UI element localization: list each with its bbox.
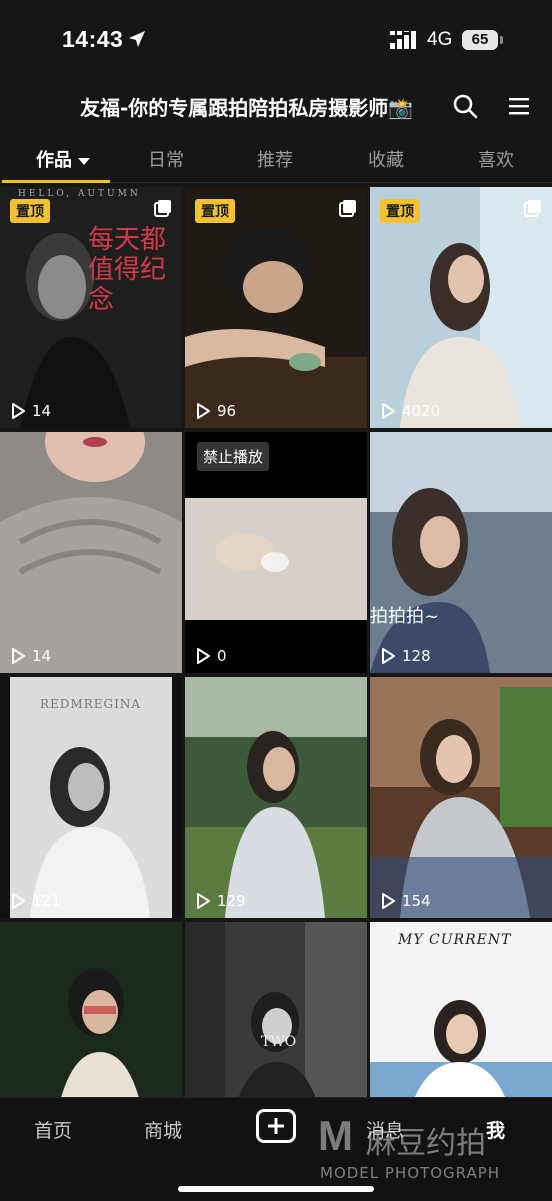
nav-mall[interactable]: 商城 (144, 1116, 182, 1143)
nav-home[interactable]: 首页 (34, 1116, 72, 1143)
play-icon (382, 648, 395, 664)
photo-knit-sweater (0, 432, 182, 673)
photo-bw-street (185, 922, 367, 1097)
post-thumbnail[interactable]: REDMREGINA 121 (0, 677, 182, 918)
multi-photo-icon (154, 200, 171, 217)
post-overlay-text: 每天都值得纪念 (88, 225, 167, 315)
location-arrow-icon (129, 31, 145, 47)
view-count: 0 (195, 647, 227, 665)
play-icon (12, 403, 25, 419)
watermark-logo-icon: M (318, 1112, 353, 1159)
play-icon (382, 403, 395, 419)
caret-down-icon (78, 157, 90, 165)
status-bar: 14:43 4G 65 (0, 0, 552, 80)
profile-header: 友福-你的专属跟拍陪拍私房摄影师📸 (0, 82, 552, 132)
watermark-en: MODEL PHOTOGRAPH (320, 1164, 501, 1182)
pinned-badge: 置顶 (195, 199, 235, 223)
post-caption: TWO (261, 1034, 297, 1050)
view-count-value: 121 (32, 892, 61, 910)
play-icon (12, 893, 25, 909)
search-icon[interactable] (452, 93, 478, 119)
battery-icon: 65 (462, 30, 503, 50)
active-tab-indicator (2, 180, 110, 183)
view-count-value: 129 (217, 892, 246, 910)
post-thumbnail[interactable]: 14 (0, 432, 182, 673)
photo-bw-portrait (0, 677, 182, 918)
photo-park (185, 677, 367, 918)
view-count-value: 154 (402, 892, 431, 910)
post-thumbnail[interactable]: 置顶 4020 (370, 187, 552, 428)
view-count: 14 (10, 402, 51, 420)
post-thumbnail[interactable]: HELLO, AUTUMN 每天都值得纪念 置顶 14 (0, 187, 182, 428)
tab-likes[interactable]: 喜欢 (478, 146, 514, 172)
play-icon (12, 648, 25, 664)
post-thumbnail[interactable]: 置顶 96 (185, 187, 367, 428)
status-time: 14:43 (62, 26, 124, 52)
photo-portrait-sleeping (185, 187, 367, 428)
tab-favorites[interactable]: 收藏 (368, 146, 404, 172)
post-overlay-text: 拍拍拍~ (370, 606, 440, 627)
post-thumbnail[interactable] (0, 922, 182, 1097)
photo-portrait-window (370, 187, 552, 428)
watermark-cn: 麻豆约拍 (366, 1126, 486, 1161)
post-caption: MY CURRENT (398, 932, 512, 948)
content-tabs: 作品 日常 推荐 收藏 喜欢 (0, 140, 552, 183)
view-count: 128 (380, 647, 431, 665)
view-count-value: 128 (402, 647, 431, 665)
nav-me[interactable]: 我 (486, 1116, 505, 1143)
view-count-value: 4020 (402, 402, 441, 420)
tab-recommend[interactable]: 推荐 (257, 146, 293, 172)
pinned-badge: 置顶 (10, 199, 50, 223)
photo-green-portrait (0, 922, 182, 1097)
tab-works[interactable]: 作品 (36, 146, 90, 172)
post-thumbnail[interactable]: MY CURRENT (370, 922, 552, 1097)
post-thumbnail[interactable]: 154 (370, 677, 552, 918)
post-thumbnail[interactable]: 129 (185, 677, 367, 918)
home-indicator[interactable] (178, 1186, 374, 1192)
post-thumbnail[interactable]: TWO (185, 922, 367, 1097)
multi-photo-icon (524, 200, 541, 217)
add-post-icon[interactable] (256, 1109, 296, 1143)
signal-icon (390, 31, 416, 49)
photo-sky-portrait (370, 922, 552, 1097)
network-type: 4G (427, 29, 453, 50)
view-count: 121 (10, 892, 61, 910)
view-count: 14 (10, 647, 51, 665)
tab-label: 作品 (36, 150, 72, 171)
photo-seaside (370, 432, 552, 673)
play-icon (382, 893, 395, 909)
view-count: 4020 (380, 402, 440, 420)
blocked-badge: 禁止播放 (197, 442, 270, 471)
post-thumbnail[interactable]: 拍拍拍~ 128 (370, 432, 552, 673)
post-caption: REDMREGINA (40, 697, 141, 711)
view-count-value: 14 (32, 647, 52, 665)
post-thumbnail[interactable]: 禁止播放 0 (185, 432, 367, 673)
photo-cafe (370, 677, 552, 918)
view-count: 129 (195, 892, 246, 910)
multi-photo-icon (339, 200, 356, 217)
view-count: 96 (195, 402, 236, 420)
profile-title: 友福-你的专属跟拍陪拍私房摄影师📸 (80, 96, 414, 120)
view-count-value: 14 (32, 402, 52, 420)
view-count-value: 96 (217, 402, 237, 420)
play-icon (197, 403, 210, 419)
menu-icon[interactable] (508, 95, 530, 117)
tab-daily[interactable]: 日常 (148, 146, 184, 172)
post-caption: HELLO, AUTUMN (18, 189, 141, 199)
view-count: 154 (380, 892, 431, 910)
play-icon (197, 648, 210, 664)
play-icon (197, 893, 210, 909)
view-count-value: 0 (217, 647, 227, 665)
pinned-badge: 置顶 (380, 199, 420, 223)
